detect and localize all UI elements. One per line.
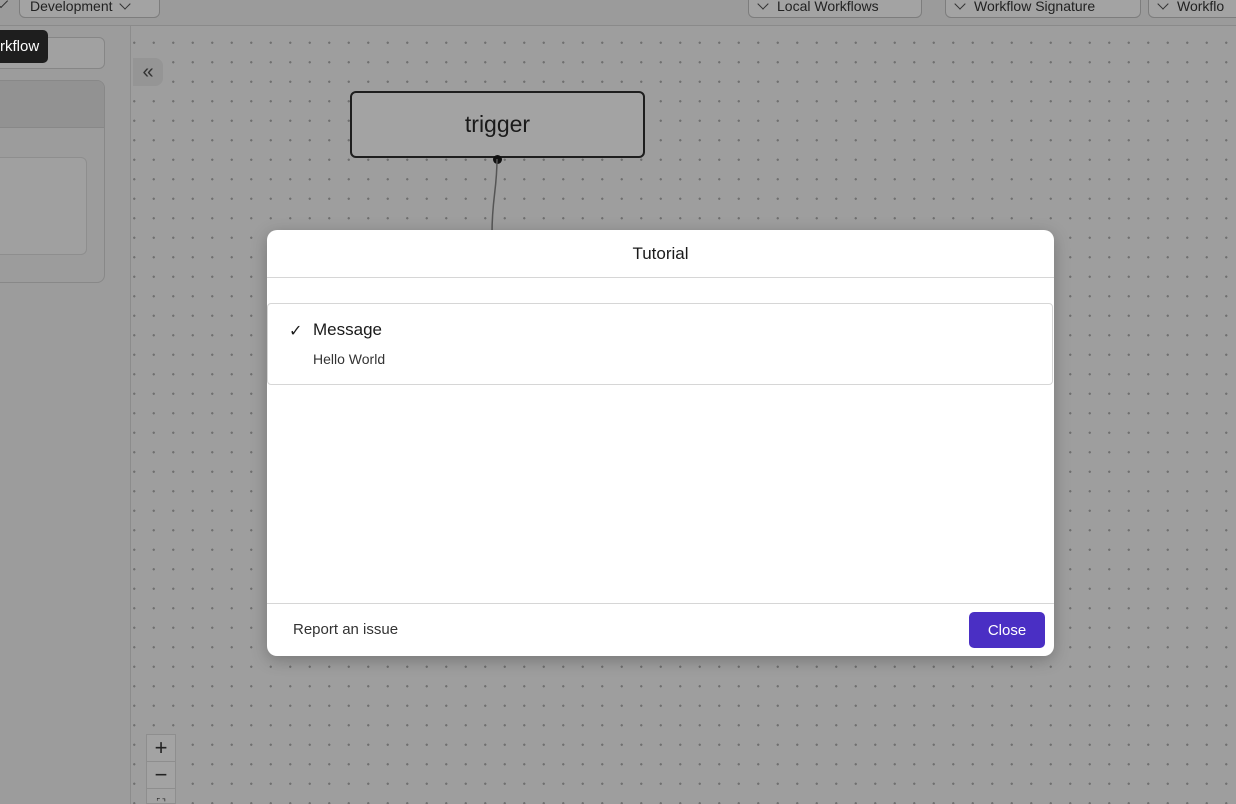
- fit-view-icon: ⛶: [156, 795, 166, 804]
- local-workflows-button[interactable]: Local Workflows: [748, 0, 922, 18]
- workflow-signature-button[interactable]: Workflow Signature: [945, 0, 1141, 18]
- check-icon: ✓: [289, 323, 303, 340]
- minus-icon: −: [154, 762, 168, 787]
- report-issue-link[interactable]: Report an issue: [293, 621, 398, 638]
- step-title: Message: [313, 320, 382, 339]
- step-description: Hello World: [313, 351, 386, 367]
- trigger-node[interactable]: trigger: [350, 91, 645, 158]
- node-edge: [491, 158, 498, 234]
- zoom-controls: + − ⛶: [146, 734, 176, 804]
- environment-select[interactable]: Development: [19, 0, 160, 18]
- collapse-sidebar-button[interactable]: «: [133, 58, 163, 86]
- tooltip: rkflow: [0, 30, 49, 63]
- modal-footer: Report an issue Close: [267, 603, 1054, 656]
- sidebar-card: [0, 80, 105, 283]
- zoom-out-button[interactable]: −: [147, 762, 175, 789]
- sidebar-card-content: [0, 157, 87, 255]
- chevron-down-icon: [118, 0, 131, 10]
- chevron-down-icon: [757, 0, 769, 10]
- modal-body: ✓ Message Hello World: [267, 278, 1054, 603]
- trigger-node-label: trigger: [464, 111, 531, 137]
- tutorial-step[interactable]: ✓ Message Hello World: [267, 303, 1053, 385]
- double-chevron-left-icon: «: [142, 61, 154, 83]
- sidebar-card-header: [0, 81, 104, 128]
- chevron-down-icon[interactable]: [0, 0, 9, 9]
- workflow-label: Workflo: [1177, 0, 1225, 14]
- modal-title: Tutorial: [267, 230, 1054, 278]
- plus-icon: +: [154, 735, 168, 760]
- tutorial-modal: Tutorial ✓ Message Hello World Report an…: [267, 230, 1054, 656]
- local-workflows-label: Local Workflows: [777, 0, 879, 14]
- left-sidebar: [0, 26, 131, 804]
- fit-view-button[interactable]: ⛶: [147, 789, 175, 804]
- environment-label: Development: [30, 0, 113, 14]
- chevron-down-icon: [1157, 0, 1169, 10]
- workflow-signature-label: Workflow Signature: [974, 0, 1096, 14]
- workflow-button[interactable]: Workflo: [1148, 0, 1236, 18]
- close-button[interactable]: Close: [969, 612, 1045, 648]
- chevron-down-icon: [954, 0, 966, 10]
- zoom-in-button[interactable]: +: [147, 735, 175, 762]
- top-toolbar: Development Local Workflows Workflow Sig…: [0, 0, 1236, 26]
